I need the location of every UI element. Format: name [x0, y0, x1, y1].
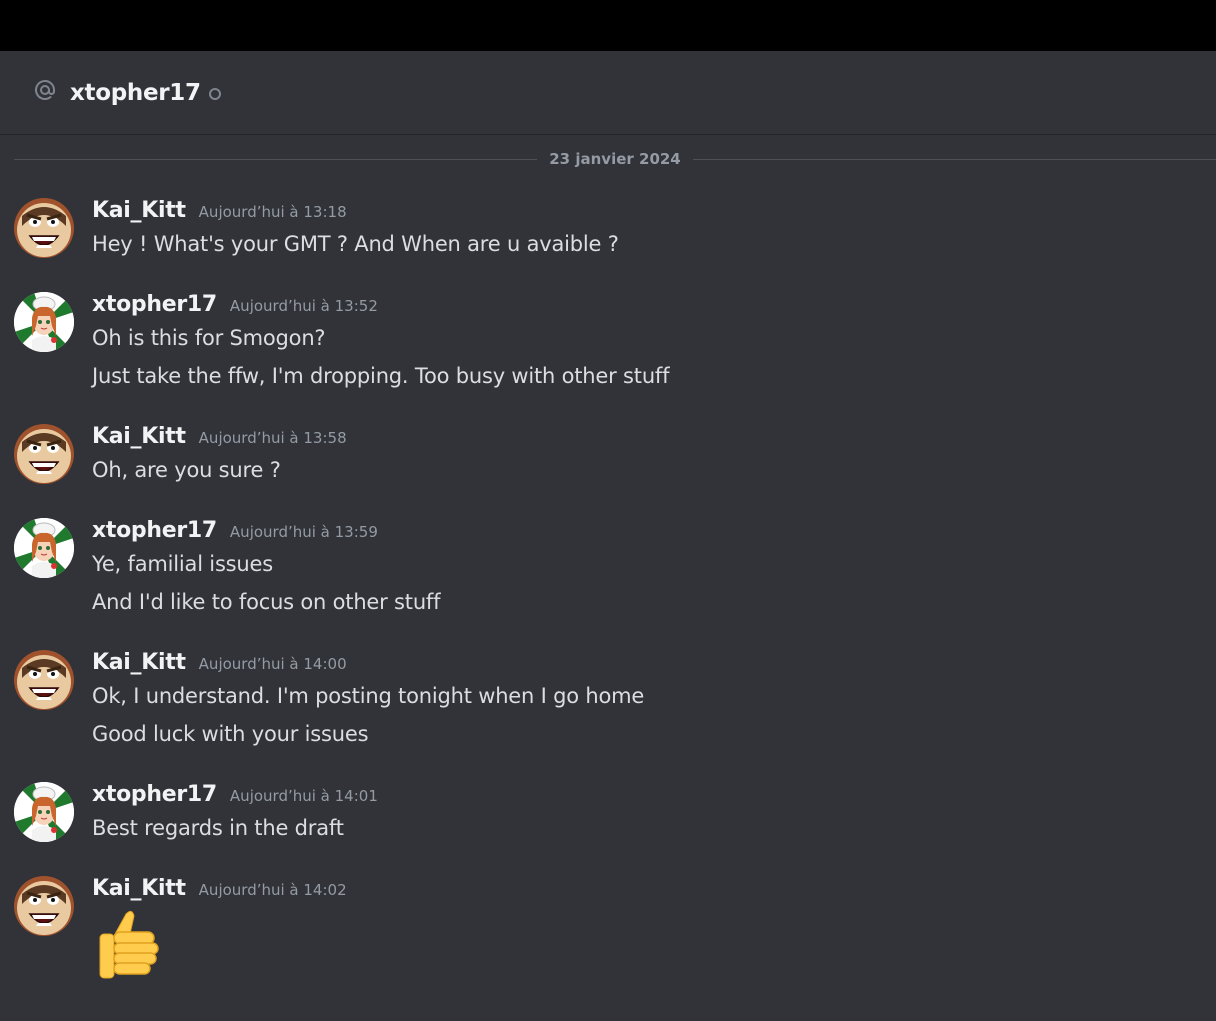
message-author[interactable]: xtopher17 — [92, 782, 217, 807]
at-sign-icon — [33, 78, 57, 102]
message-timestamp: Aujourd’hui à 14:01 — [229, 787, 378, 805]
kai-avatar[interactable] — [14, 198, 74, 258]
message-timestamp: Aujourd’hui à 13:18 — [198, 203, 347, 221]
message-text: Good luck with your issues — [92, 722, 369, 746]
message-text: Ye, familial issues — [92, 552, 273, 576]
message-text: Oh is this for Smogon? — [92, 326, 326, 350]
xtopher-avatar[interactable] — [14, 518, 74, 578]
message-author[interactable]: Kai_Kitt — [92, 424, 186, 449]
date-divider-label: 23 janvier 2024 — [549, 150, 681, 168]
message-group: Kai_Kitt Aujourd’hui à 14:02 — [0, 876, 1216, 986]
kai-avatar[interactable] — [14, 424, 74, 484]
message-timestamp: Aujourd’hui à 13:59 — [229, 523, 378, 541]
message-group: Kai_Kitt Aujourd’hui à 13:58 Oh, are you… — [0, 424, 1216, 494]
thumbs-up-emoji[interactable] — [92, 906, 166, 980]
divider-line — [692, 158, 1216, 160]
message-author[interactable]: Kai_Kitt — [92, 876, 186, 901]
message-text: Just take the ffw, I'm dropping. Too bus… — [92, 364, 670, 388]
kai-avatar[interactable] — [14, 650, 74, 710]
window-top-bar — [0, 0, 1216, 51]
message-timestamp: Aujourd’hui à 14:02 — [198, 881, 347, 899]
xtopher-avatar[interactable] — [14, 292, 74, 352]
kai-avatar[interactable] — [14, 876, 74, 936]
message-text: Hey ! What's your GMT ? And When are u a… — [92, 232, 619, 256]
message-author[interactable]: xtopher17 — [92, 518, 217, 543]
message-timestamp: Aujourd’hui à 13:52 — [229, 297, 378, 315]
channel-title[interactable]: xtopher17 — [70, 80, 201, 106]
message-text: Oh, are you sure ? — [92, 458, 281, 482]
message-text: Best regards in the draft — [92, 816, 344, 840]
message-group: Kai_Kitt Aujourd’hui à 14:00 Ok, I under… — [0, 650, 1216, 760]
xtopher-avatar[interactable] — [14, 782, 74, 842]
offline-status-icon — [208, 88, 221, 100]
message-timestamp: Aujourd’hui à 13:58 — [198, 429, 347, 447]
message-author[interactable]: xtopher17 — [92, 292, 217, 317]
message-group: xtopher17 Aujourd’hui à 14:01 Best regar… — [0, 782, 1216, 852]
divider-line — [14, 158, 538, 160]
message-group: Kai_Kitt Aujourd’hui à 13:18 Hey ! What'… — [0, 198, 1216, 268]
message-timestamp: Aujourd’hui à 14:00 — [198, 655, 347, 673]
message-group: xtopher17 Aujourd’hui à 13:59 Ye, famili… — [0, 518, 1216, 628]
channel-header: xtopher17 — [0, 51, 1216, 135]
date-divider: 23 janvier 2024 — [14, 150, 1216, 168]
message-text: Ok, I understand. I'm posting tonight wh… — [92, 684, 645, 708]
message-author[interactable]: Kai_Kitt — [92, 198, 186, 223]
message-author[interactable]: Kai_Kitt — [92, 650, 186, 675]
message-text: And I'd like to focus on other stuff — [92, 590, 441, 614]
message-group: xtopher17 Aujourd’hui à 13:52 Oh is this… — [0, 292, 1216, 402]
